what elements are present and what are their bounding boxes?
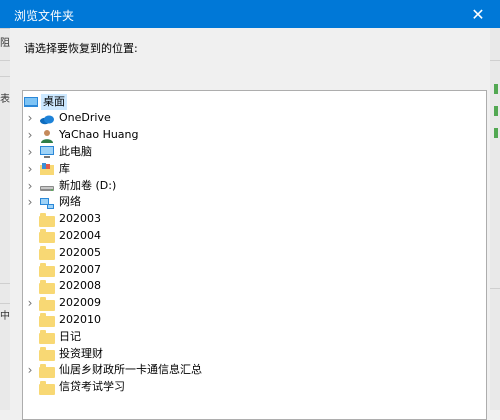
chevron-right-icon[interactable]: › xyxy=(25,143,35,160)
user-icon xyxy=(39,128,55,144)
chevron-right-icon[interactable]: › xyxy=(25,127,35,144)
tree-item-label: OneDrive xyxy=(59,111,111,125)
library-icon xyxy=(39,161,55,177)
folder-icon xyxy=(39,296,55,312)
tree-item[interactable]: › 此电脑 xyxy=(23,143,486,160)
prompt-text: 请选择要恢复到的位置: xyxy=(24,42,138,55)
chevron-right-icon[interactable]: › xyxy=(25,362,35,379)
folder-icon xyxy=(39,212,55,228)
tree-item[interactable]: 202007 xyxy=(23,261,486,278)
tree-item-label: 202004 xyxy=(59,228,101,242)
this-pc-icon xyxy=(39,144,55,160)
tree-item[interactable]: 202005 xyxy=(23,244,486,261)
folder-icon xyxy=(39,279,55,295)
close-button[interactable]: ✕ xyxy=(456,0,500,28)
background-window-left-edge: 阻 表 中 xyxy=(0,28,10,410)
tree-item[interactable]: › 库 xyxy=(23,160,486,177)
chevron-right-icon[interactable]: › xyxy=(25,160,35,177)
tree-item-label: 库 xyxy=(59,161,70,175)
folder-icon xyxy=(39,312,55,328)
background-text-fragment: 表 xyxy=(0,94,10,105)
tree-item-label: 202005 xyxy=(59,245,101,259)
tree-item[interactable]: 桌面 xyxy=(23,93,486,110)
tree-item[interactable]: › 新加卷 (D:) xyxy=(23,177,486,194)
chevron-right-icon[interactable]: › xyxy=(25,110,35,127)
window-title: 浏览文件夹 xyxy=(14,9,75,23)
onedrive-cloud-icon xyxy=(39,111,55,127)
close-icon: ✕ xyxy=(471,4,485,24)
tree-item-label: 网络 xyxy=(59,195,81,209)
title-bar: 浏览文件夹 ✕ xyxy=(0,0,500,28)
background-indicator xyxy=(494,106,498,116)
tree-item-label: 202008 xyxy=(59,279,101,293)
background-text-fragment: 中 xyxy=(0,311,10,322)
folder-icon xyxy=(39,346,55,362)
tree-item-label: YaChao Huang xyxy=(59,128,139,142)
tree-item[interactable]: › OneDrive xyxy=(23,110,486,127)
folder-icon xyxy=(39,262,55,278)
tree-item-label: 新加卷 (D:) xyxy=(59,178,117,192)
folder-icon xyxy=(39,363,55,379)
tree-item-label: 202007 xyxy=(59,262,101,276)
tree-item-label: 投资理财 xyxy=(59,346,103,360)
drive-icon xyxy=(39,178,55,194)
background-text-fragment: 阻 xyxy=(0,38,10,49)
folder-tree[interactable]: 桌面 › OneDrive › YaChao Huang › 此电脑 › 库 › 新加卷 (D:) ›… xyxy=(22,90,487,420)
tree-item[interactable]: 日记 xyxy=(23,328,486,345)
folder-icon xyxy=(39,228,55,244)
tree-item-label: 202010 xyxy=(59,312,101,326)
tree-item[interactable]: 202008 xyxy=(23,278,486,295)
tree-item-label: 仙居乡财政所一卡通信息汇总 xyxy=(59,363,202,377)
network-icon xyxy=(39,195,55,211)
tree-item-label: 信贷考试学习 xyxy=(59,380,125,394)
tree-item[interactable]: 202003 xyxy=(23,211,486,228)
background-window-right-edge xyxy=(490,28,500,410)
tree-item-label: 此电脑 xyxy=(59,144,92,158)
tree-item-label: 202009 xyxy=(59,296,101,310)
tree-item[interactable]: › 202009 xyxy=(23,295,486,312)
folder-icon xyxy=(39,245,55,261)
tree-item[interactable]: 投资理财 xyxy=(23,345,486,362)
tree-item[interactable]: 信贷考试学习 xyxy=(23,379,486,396)
background-indicator xyxy=(494,84,498,94)
tree-item[interactable]: 202004 xyxy=(23,227,486,244)
folder-icon xyxy=(39,329,55,345)
chevron-right-icon[interactable]: › xyxy=(25,295,35,312)
tree-item[interactable]: › 仙居乡财政所一卡通信息汇总 xyxy=(23,362,486,379)
tree-item-label: 桌面 xyxy=(41,93,67,110)
tree-item[interactable]: › 网络 xyxy=(23,194,486,211)
background-indicator xyxy=(494,128,498,138)
folder-icon xyxy=(39,380,55,396)
tree-item-label: 202003 xyxy=(59,212,101,226)
chevron-right-icon[interactable]: › xyxy=(25,194,35,211)
tree-item[interactable]: › YaChao Huang xyxy=(23,127,486,144)
desktop-icon xyxy=(23,94,39,110)
tree-item[interactable]: 202010 xyxy=(23,311,486,328)
tree-item-label: 日记 xyxy=(59,329,81,343)
chevron-right-icon[interactable]: › xyxy=(25,177,35,194)
